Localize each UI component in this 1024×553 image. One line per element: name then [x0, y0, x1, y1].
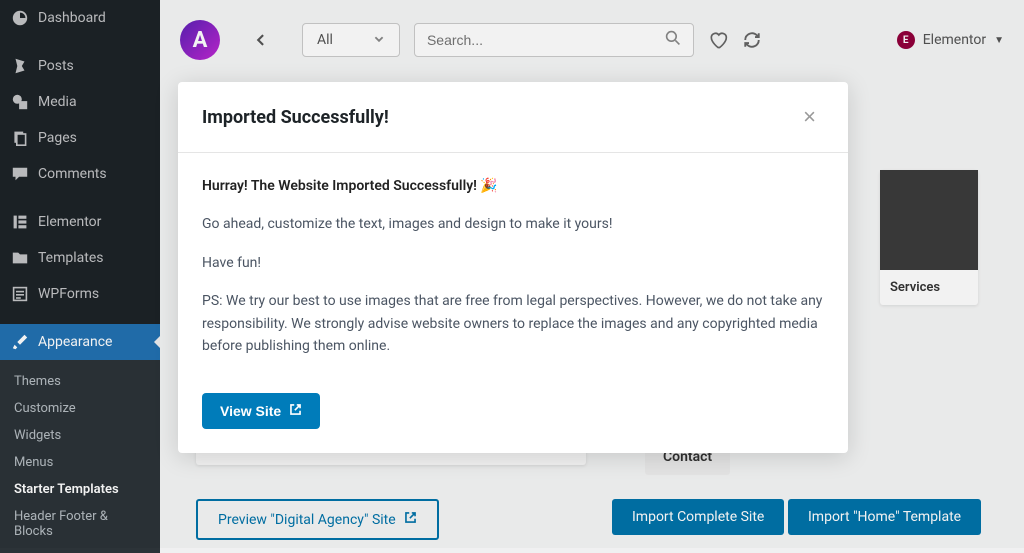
external-link-icon [289, 403, 302, 419]
modal-header: Imported Successfully! × [178, 82, 848, 153]
close-icon: × [803, 104, 816, 129]
modal-lead-text: Hurray! The Website Imported Successfull… [202, 175, 824, 197]
modal-footer: View Site [178, 379, 848, 453]
modal-text: Go ahead, customize the text, images and… [202, 213, 824, 235]
modal-ps-text: PS: We try our best to use images that a… [202, 290, 824, 357]
button-label: View Site [220, 403, 281, 419]
modal-body: Hurray! The Website Imported Successfull… [178, 153, 848, 379]
import-success-modal: Imported Successfully! × Hurray! The Web… [178, 82, 848, 453]
modal-text: Have fun! [202, 252, 824, 274]
view-site-button[interactable]: View Site [202, 393, 320, 429]
modal-close-button[interactable]: × [795, 100, 824, 134]
modal-title: Imported Successfully! [202, 107, 389, 128]
